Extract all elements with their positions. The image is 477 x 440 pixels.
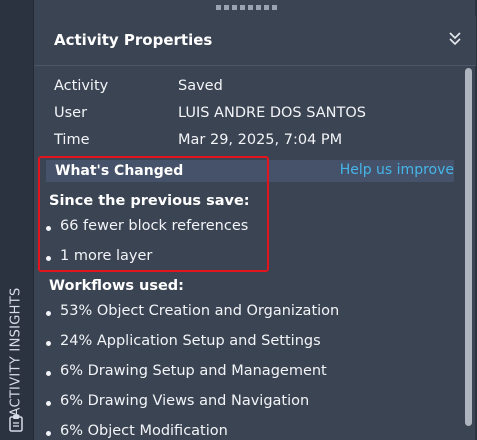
clipboard-icon: [9, 415, 23, 432]
scrollbar-thumb[interactable]: [465, 68, 472, 426]
workflow-item: 6% Object Modification: [46, 423, 228, 439]
help-us-improve-link[interactable]: Help us improve: [340, 162, 454, 178]
property-label: Time: [54, 132, 90, 148]
activity-insights-tab[interactable]: ACTIVITY INSIGHTS: [0, 0, 32, 440]
workflow-item: 53% Object Creation and Organization: [45, 303, 340, 319]
workflows-used-label: Workflows used:: [49, 278, 184, 294]
activity-properties-panel: Activity Properties Activity Saved User …: [33, 0, 476, 440]
property-value: Saved: [178, 78, 223, 94]
highlight-box: [38, 156, 269, 272]
double-chevron-down-icon[interactable]: [448, 30, 462, 48]
drag-handle[interactable]: [216, 5, 277, 11]
scrollbar-track[interactable]: [465, 66, 472, 428]
workflow-item: 6% Drawing Views and Navigation: [45, 393, 310, 409]
property-value: Mar 29, 2025, 7:04 PM: [178, 132, 343, 148]
side-tab-label: ACTIVITY INSIGHTS: [8, 287, 24, 417]
workflow-item: 24% Application Setup and Settings: [46, 333, 321, 349]
property-value: LUIS ANDRE DOS SANTOS: [178, 105, 366, 121]
panel-title: Activity Properties: [54, 31, 213, 49]
property-label: Activity: [54, 78, 109, 94]
panel-content: Activity Saved User LUIS ANDRE DOS SANTO…: [34, 66, 464, 440]
panel-header: Activity Properties: [34, 16, 476, 66]
workflow-item: 6% Drawing Setup and Management: [46, 363, 327, 379]
property-label: User: [54, 105, 88, 121]
activity-insights-window: ACTIVITY INSIGHTS Activity Properties Ac…: [0, 0, 477, 440]
